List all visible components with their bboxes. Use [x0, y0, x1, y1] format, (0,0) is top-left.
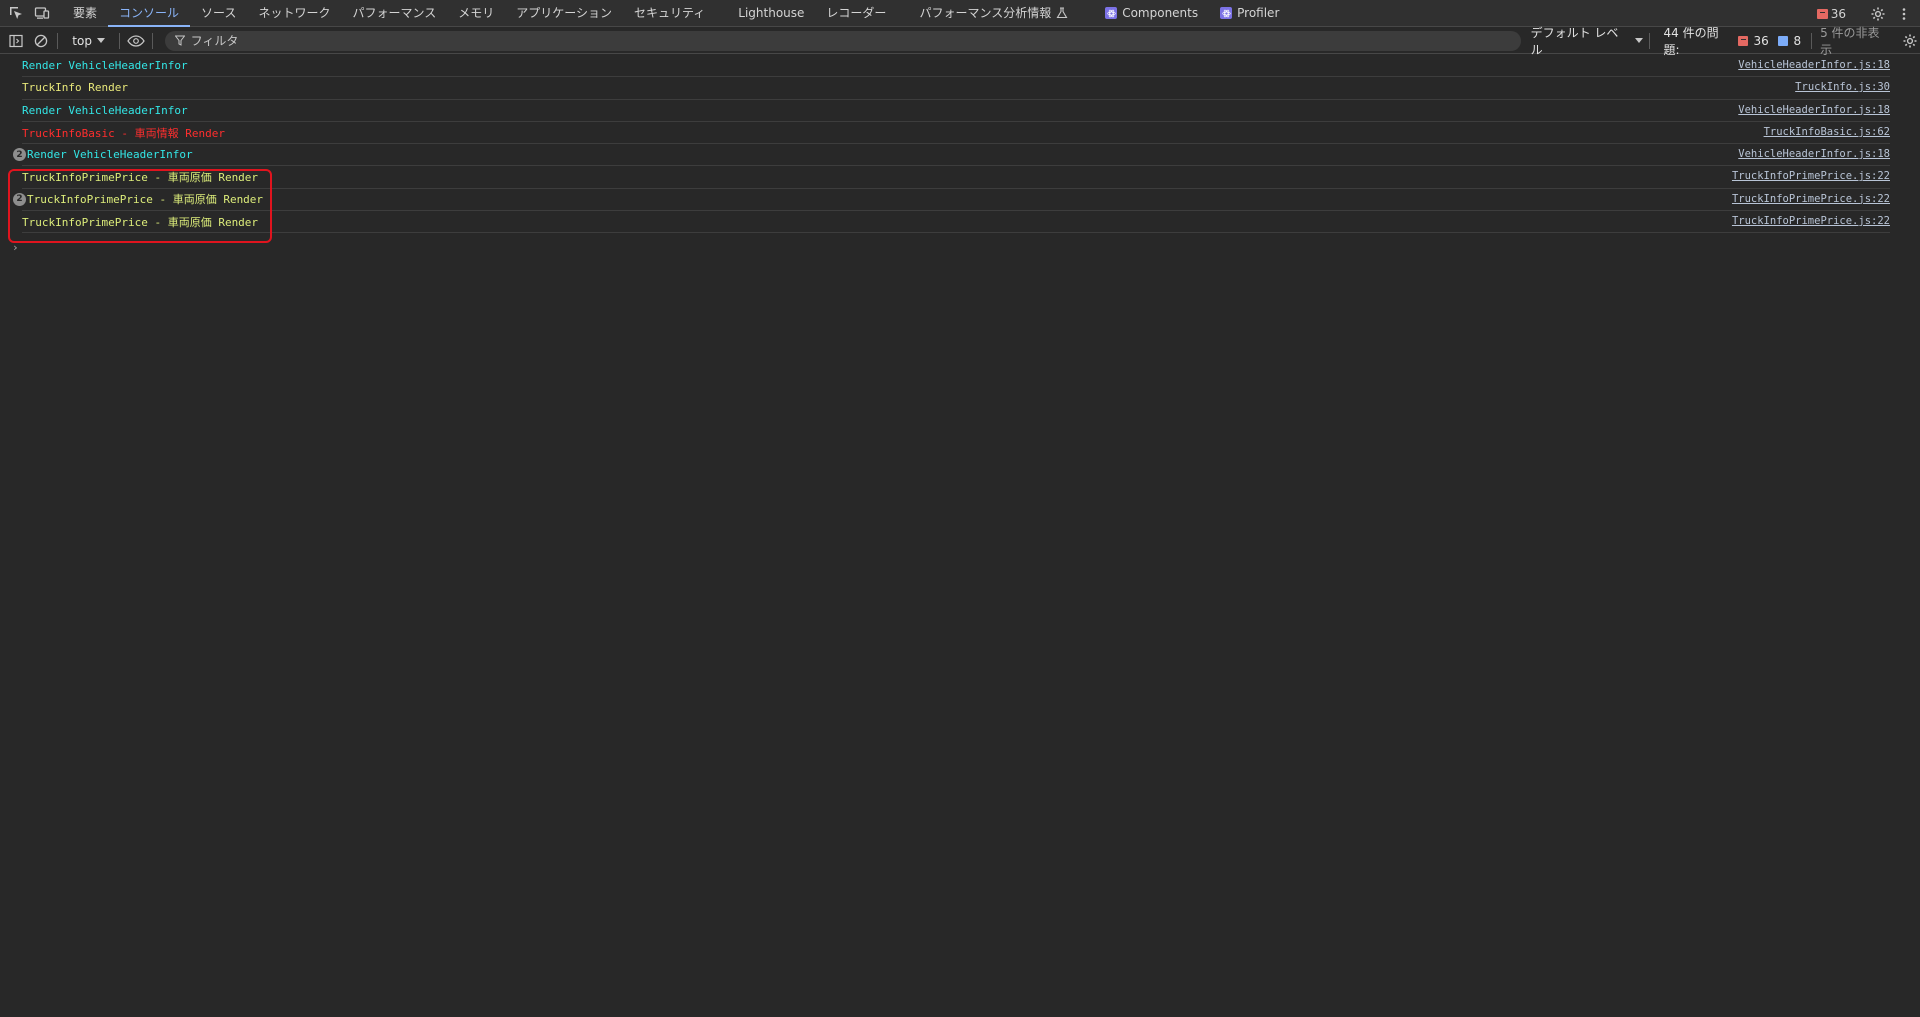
console-message[interactable]: Render VehicleHeaderInfor VehicleHeaderI…: [22, 55, 1890, 78]
live-expression-eye-icon[interactable]: [126, 31, 146, 51]
tab-elements[interactable]: 要素: [62, 0, 108, 27]
tab-application[interactable]: アプリケーション: [505, 0, 623, 27]
device-toolbar-icon[interactable]: [32, 3, 52, 23]
chevron-down-icon: [96, 38, 105, 43]
error-count-button[interactable]: 36: [1816, 6, 1846, 21]
tab-label: ソース: [201, 5, 237, 20]
issues-label: 44 件の問題:: [1663, 25, 1719, 57]
tab-performance[interactable]: パフォーマンス: [341, 0, 447, 27]
message-text: TruckInfoBasic - 車両情報 Render: [22, 126, 225, 140]
console-message[interactable]: TruckInfoPrimePrice - 車両原価 Render TruckI…: [22, 166, 1890, 189]
tab-label: パフォーマンス分析情報: [919, 5, 1052, 20]
settings-gear-icon[interactable]: [1868, 4, 1888, 24]
source-link[interactable]: TruckInfoPrimePrice.js:22: [1732, 193, 1890, 205]
more-options-icon[interactable]: [1894, 4, 1914, 24]
tab-console[interactable]: コンソール: [108, 0, 191, 27]
source-link[interactable]: VehicleHeaderInfor.js:18: [1738, 59, 1890, 71]
sidebar-toggle-icon[interactable]: [6, 31, 26, 51]
error-count: 36: [1830, 6, 1846, 21]
tab-label: 要素: [73, 5, 98, 20]
tab-sources[interactable]: ソース: [190, 0, 247, 27]
message-text: Render VehicleHeaderInfor: [22, 103, 188, 117]
source-link[interactable]: TruckInfoPrimePrice.js:22: [1732, 215, 1890, 227]
chevron-down-icon: [1634, 38, 1643, 43]
tab-label: ネットワーク: [258, 5, 331, 20]
tab-label: メモリ: [458, 5, 495, 20]
source-link[interactable]: TruckInfoBasic.js:62: [1764, 126, 1890, 138]
source-link[interactable]: TruckInfoPrimePrice.js:22: [1732, 170, 1890, 182]
toolbar-divider: [118, 32, 120, 49]
toolbar-divider: [57, 32, 59, 49]
hidden-messages-count: 5 件の非表示: [1820, 25, 1880, 57]
tab-label: Lighthouse: [738, 5, 805, 20]
tab-label: アプリケーション: [516, 5, 612, 20]
error-icon: [1737, 35, 1749, 46]
console-message[interactable]: 2 TruckInfoPrimePrice - 車両原価 Render Truc…: [13, 189, 1890, 212]
tab-recorder[interactable]: レコーダー: [815, 0, 897, 27]
console-message[interactable]: TruckInfo Render TruckInfo.js:30: [22, 77, 1890, 100]
toolbar-divider: [1648, 32, 1650, 49]
message-text: TruckInfoPrimePrice - 車両原価 Render: [27, 193, 264, 207]
source-link[interactable]: VehicleHeaderInfor.js:18: [1738, 148, 1890, 160]
filter-input[interactable]: [190, 33, 1521, 48]
tab-components[interactable]: Components: [1079, 0, 1209, 27]
tab-security[interactable]: セキュリティ: [623, 0, 716, 27]
console-message[interactable]: Render VehicleHeaderInfor VehicleHeaderI…: [22, 100, 1890, 122]
tab-label: Profiler: [1237, 5, 1280, 20]
message-text: Render VehicleHeaderInfor: [27, 148, 193, 162]
context-selector[interactable]: top: [64, 34, 113, 48]
tab-network[interactable]: ネットワーク: [247, 0, 341, 27]
prompt-chevron: ›: [12, 241, 19, 254]
tab-label: コンソール: [119, 5, 180, 20]
react-icon: [1220, 7, 1233, 19]
issues-info-count: 8: [1793, 33, 1802, 48]
tab-label: パフォーマンス: [352, 5, 437, 20]
tab-lighthouse[interactable]: Lighthouse: [716, 0, 815, 27]
clear-console-icon[interactable]: [32, 31, 52, 51]
log-level-label: デフォルト レベル: [1530, 25, 1619, 57]
console-message[interactable]: TruckInfoPrimePrice - 車両原価 Render TruckI…: [22, 211, 1890, 234]
message-text: Render VehicleHeaderInfor: [22, 59, 188, 73]
toolbar-divider: [1811, 32, 1813, 49]
filter-field[interactable]: [164, 30, 1521, 51]
message-text: TruckInfoPrimePrice - 車両原価 Render: [22, 171, 259, 185]
panel-tabs: 要素 コンソール ソース ネットワーク パフォーマンス メモリ アプリケーション…: [62, 0, 1290, 27]
tab-performance-insights[interactable]: パフォーマンス分析情報: [897, 0, 1079, 27]
experiment-flask-icon: [1056, 7, 1068, 19]
tab-label: セキュリティ: [634, 5, 706, 20]
tab-label: レコーダー: [826, 5, 887, 20]
filter-funnel-icon: [174, 35, 185, 46]
tab-profiler[interactable]: Profiler: [1209, 0, 1290, 27]
console-message[interactable]: TruckInfoBasic - 車両情報 Render TruckInfoBa…: [22, 122, 1890, 145]
source-link[interactable]: VehicleHeaderInfor.js:18: [1738, 104, 1890, 116]
error-icon: [1816, 8, 1828, 19]
context-label: top: [72, 33, 92, 48]
console-settings-gear-icon[interactable]: [1900, 31, 1920, 51]
react-icon: [1105, 7, 1118, 19]
tab-memory[interactable]: メモリ: [447, 0, 505, 27]
info-icon: [1777, 35, 1789, 46]
console-prompt[interactable]: ›: [12, 241, 19, 254]
message-text: TruckInfoPrimePrice - 車両原価 Render: [22, 215, 259, 229]
repeat-count-badge: 2: [13, 192, 26, 206]
console-toolbar: top デフォルト レベル 44 件の問題: 36 8 5 件の非表示: [0, 26, 1920, 57]
log-level-selector[interactable]: デフォルト レベル: [1531, 24, 1643, 58]
tab-label: Components: [1122, 5, 1199, 20]
console-message[interactable]: 2 Render VehicleHeaderInfor VehicleHeade…: [13, 144, 1890, 167]
issues-button[interactable]: 44 件の問題: 36 8: [1663, 24, 1805, 58]
toolbar-divider: [151, 32, 153, 49]
issues-error-count: 36: [1753, 33, 1769, 48]
inspect-element-icon[interactable]: [6, 3, 26, 23]
console-messages: Render VehicleHeaderInfor VehicleHeaderI…: [0, 55, 1920, 234]
message-text: TruckInfo Render: [22, 81, 128, 95]
source-link[interactable]: TruckInfo.js:30: [1795, 81, 1890, 93]
